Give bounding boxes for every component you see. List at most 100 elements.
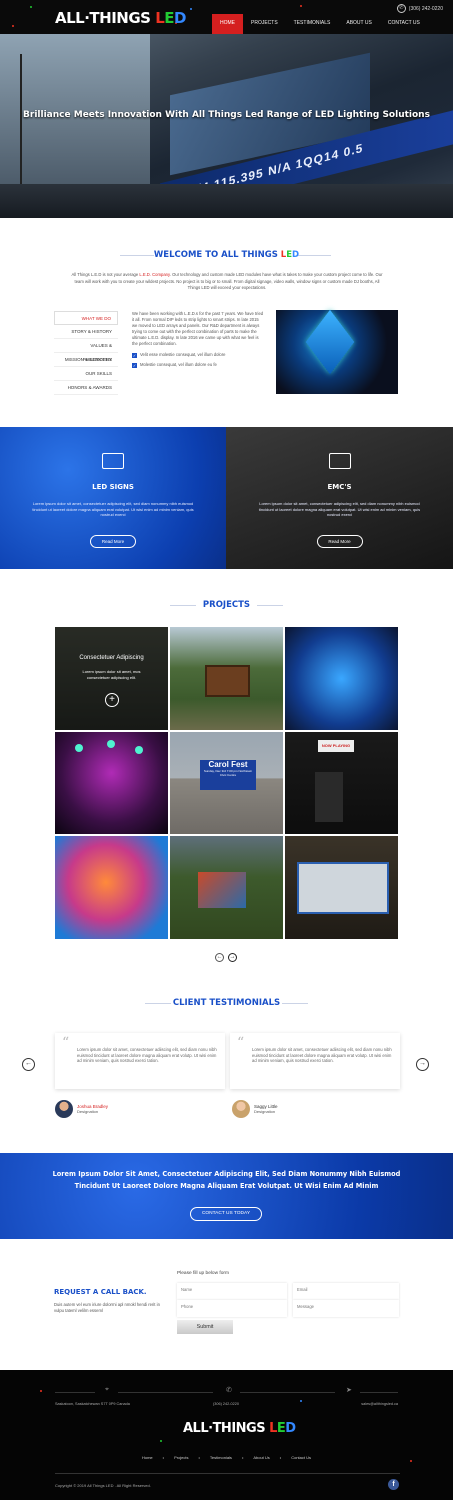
separator: • <box>198 1455 200 1460</box>
logo[interactable]: ALL·THINGS LED <box>55 9 186 27</box>
divider <box>240 1392 335 1393</box>
nav-testimonials[interactable]: TESTIMONIALS <box>286 14 339 34</box>
callback-title: REQUEST A CALL BACK. <box>54 1288 147 1296</box>
project-item[interactable] <box>284 626 399 731</box>
menu-what-we-do[interactable]: WHAT WE DO <box>54 311 118 325</box>
testimonial-text: Lorem ipsum dolor sit amet, consectetuer… <box>252 1047 392 1064</box>
project-item[interactable] <box>54 730 169 836</box>
nav-projects[interactable]: PROJECTS <box>243 14 286 34</box>
author-designation: Designation <box>254 1109 276 1114</box>
project-item[interactable] <box>284 835 399 940</box>
check-item: ✓ Molestie consequat, vel illum dolore eu… <box>132 362 264 368</box>
send-icon: ➤ <box>346 1387 352 1394</box>
sign-image <box>205 665 250 697</box>
nav-about-us[interactable]: ABOUT US <box>338 14 379 34</box>
footer-nav-about-us[interactable]: About Us <box>253 1455 269 1460</box>
decor-dot <box>300 1400 302 1402</box>
intro-link[interactable]: L.E.D. Company <box>139 272 169 277</box>
about-text: We have been working with L.E.D.s for th… <box>132 311 264 368</box>
decor-dot <box>190 8 192 10</box>
check-text: Velit esse molestie consequat, vel illum… <box>140 352 226 357</box>
submit-button[interactable]: Submit <box>177 1320 233 1334</box>
door-image <box>315 771 343 822</box>
name-field[interactable]: Name <box>177 1283 287 1300</box>
testimonial-prev-arrow-icon[interactable]: ← <box>22 1058 35 1071</box>
logo-letter-d: D <box>174 9 186 27</box>
footer-nav-home[interactable]: Home <box>142 1455 153 1460</box>
check-item: ✓ Velit esse molestie consequat, vel illu… <box>132 352 264 358</box>
email-field[interactable]: Email <box>293 1283 399 1300</box>
avatar <box>55 1100 73 1118</box>
projects-grid: Consectetuer Adipiscing Lorem ipsum dolo… <box>54 626 399 940</box>
display-image <box>297 862 389 915</box>
logo-text: ALL·THINGS <box>55 9 156 27</box>
menu-story-history[interactable]: STORY & HISTORY <box>54 325 118 339</box>
light-image <box>75 743 83 752</box>
author-designation: Designation <box>77 1109 99 1114</box>
footer-phone[interactable]: (306) 242-0220 <box>196 1402 256 1406</box>
phone-field[interactable]: Phone <box>177 1300 287 1317</box>
billboard-image <box>198 872 246 909</box>
divider <box>55 1473 400 1474</box>
menu-our-skills[interactable]: OUR SKILLS <box>54 367 118 381</box>
menu-values-philosophy[interactable]: VALUES & PHILOSOPHY <box>54 339 118 362</box>
read-more-button[interactable]: Read More <box>90 535 136 548</box>
project-item[interactable]: Consectetuer Adipiscing Lorem ipsum dolo… <box>54 626 169 731</box>
hero-title: Brilliance Meets Innovation With All Thi… <box>23 110 430 120</box>
project-item[interactable]: Carol Fest Sunday, Dec 3rd 7:00 pm North… <box>169 730 284 836</box>
testimonial-author: Saggy Little Designation <box>232 1100 278 1118</box>
phone-icon: ✆ <box>396 4 406 13</box>
menu-mission-services[interactable]: MISSION & SERVICES <box>54 353 118 367</box>
header-phone-number: (306) 242-0220 <box>408 5 443 12</box>
header-phone[interactable]: ✆ (306) 242-0220 <box>396 4 443 13</box>
project-item[interactable]: NOW PLAYING <box>284 730 399 836</box>
testimonial-next-arrow-icon[interactable]: → <box>416 1058 429 1071</box>
project-item[interactable] <box>169 835 284 940</box>
facebook-icon[interactable]: f <box>388 1479 399 1490</box>
separator: • <box>162 1455 165 1460</box>
hero-banner: 1PM/4 115.395 N/A 1QQ14 0.5 <box>0 34 453 218</box>
phone-icon: ✆ <box>226 1387 232 1394</box>
nav-contact-us[interactable]: CONTACT US <box>380 14 428 34</box>
plus-icon[interactable]: + <box>105 693 119 707</box>
testimonial-text: Lorem ipsum dolor sit amet, consectetuer… <box>77 1047 217 1064</box>
logo-letter-e: E <box>164 9 174 27</box>
read-more-button[interactable]: Read More <box>316 535 363 548</box>
about-side-menu: WHAT WE DO STORY & HISTORY VALUES & PHIL… <box>54 311 118 395</box>
footer-nav-projects[interactable]: Projects <box>174 1455 188 1460</box>
prev-arrow-icon[interactable]: ← <box>215 953 224 962</box>
light-image <box>107 739 115 748</box>
service-title: EMC'S <box>327 483 352 491</box>
testimonial-author: Joshua Bradley Designation <box>55 1100 108 1118</box>
copyright: Copyright © 2019 All Things LED . All Ri… <box>55 1483 151 1488</box>
form-label: Please fill up below form <box>177 1271 229 1276</box>
divider <box>55 1392 95 1393</box>
footer-nav-contact-us[interactable]: Contact Us <box>291 1455 311 1460</box>
testimonials-title: CLIENT TESTIMONIALS <box>172 998 281 1008</box>
decor-dot <box>40 1390 42 1392</box>
carol-fest-sign: Carol Fest Sunday, Dec 3rd 7:00 pm North… <box>200 759 256 790</box>
footer-nav-testimonials[interactable]: Testimonials <box>210 1455 232 1460</box>
next-arrow-icon[interactable]: → <box>228 953 237 962</box>
location-icon: ⌖ <box>105 1386 109 1393</box>
project-overlay-title: Consectetuer Adipiscing <box>79 655 144 661</box>
contact-us-today-button[interactable]: CONTACT US TODAY <box>190 1207 262 1221</box>
monitor-icon <box>328 453 351 469</box>
check-text: Molestie consequat, vel illum dolore eu … <box>140 362 217 367</box>
footer-logo[interactable]: ALL·THINGS LED <box>183 1421 296 1436</box>
sign-title: Carol Fest <box>208 759 248 769</box>
sign-text: Sunday, Dec 3rd 7:00 pm Northtown Civic … <box>203 768 253 777</box>
project-item[interactable] <box>54 835 169 940</box>
menu-honors-awards[interactable]: HONORS & AWARDS <box>54 381 118 395</box>
nav-home[interactable]: HOME <box>212 14 243 34</box>
footer-email[interactable]: sales@allthingsled.ca <box>318 1402 398 1406</box>
separator: • <box>241 1455 244 1460</box>
about-paragraph: We have been working with L.E.D.s for th… <box>132 311 264 346</box>
divider <box>360 1392 398 1393</box>
project-item[interactable] <box>169 626 284 731</box>
footer-address: Saskatoon, Saskatchewan S7T 0P9 Canada <box>55 1402 130 1406</box>
callback-text: Duis autem vel eum iriure dolorrni apl n… <box>54 1302 160 1313</box>
decor-dot <box>12 25 14 27</box>
quote-icon: “ <box>62 1035 70 1051</box>
message-field[interactable]: Message <box>293 1300 399 1317</box>
